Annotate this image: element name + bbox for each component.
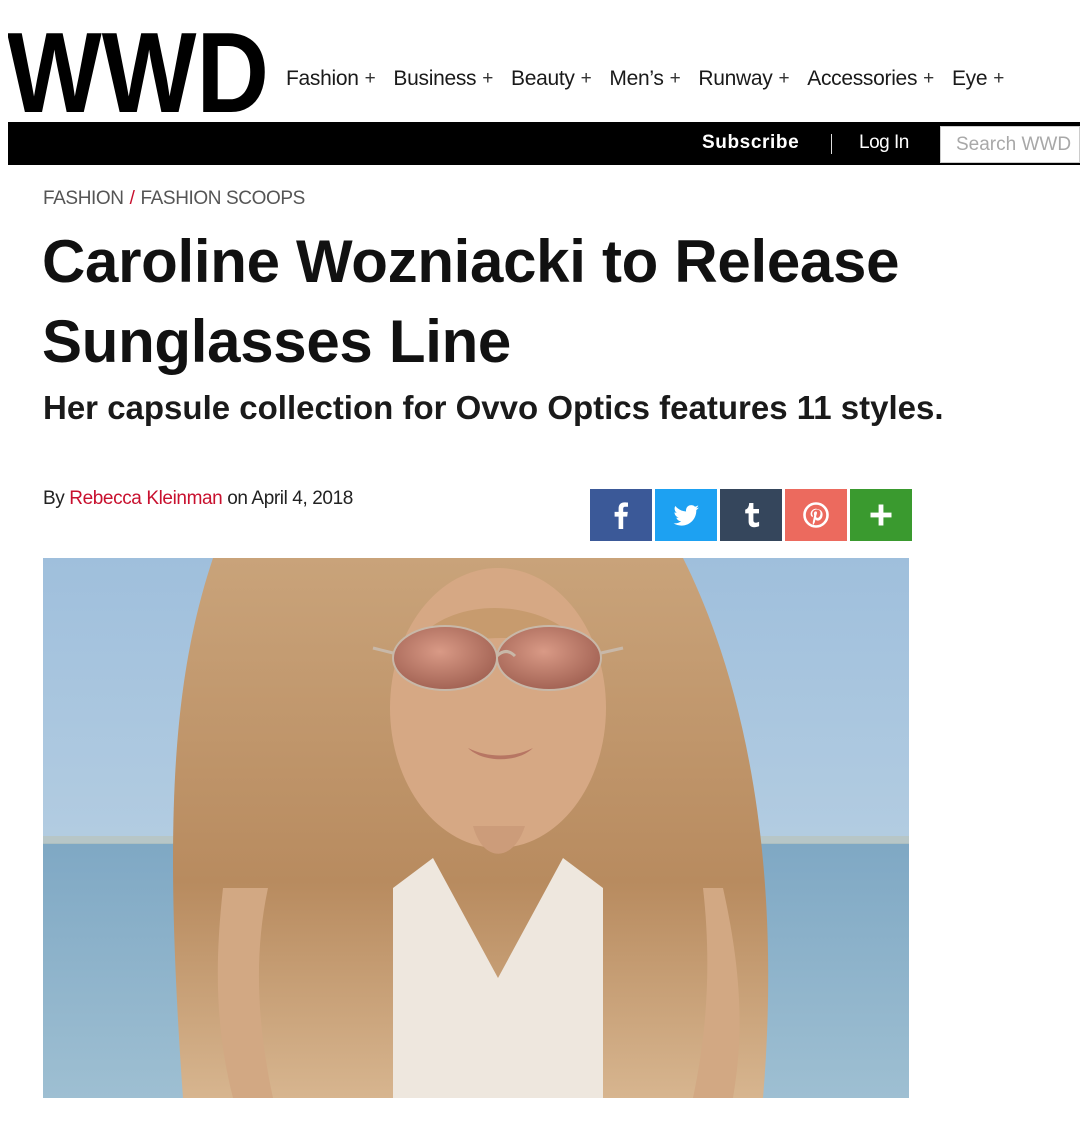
login-link[interactable]: Log In bbox=[859, 132, 909, 154]
nav-item-accessories[interactable]: Accessories + bbox=[807, 67, 934, 91]
nav-item-label: Accessories bbox=[807, 67, 918, 90]
nav-item-fashion[interactable]: Fashion + bbox=[286, 67, 376, 91]
byline-prefix: By bbox=[43, 488, 65, 509]
subscribe-link[interactable]: Subscribe bbox=[702, 132, 799, 154]
twitter-share-button[interactable] bbox=[655, 489, 717, 541]
nav-item-label: Business bbox=[393, 67, 477, 90]
nav-item-label: Fashion bbox=[286, 67, 359, 90]
expand-plus-icon[interactable]: + bbox=[778, 68, 789, 90]
tumblr-icon bbox=[745, 503, 760, 528]
share-bar bbox=[590, 489, 912, 541]
expand-plus-icon[interactable]: + bbox=[993, 68, 1004, 90]
author-link[interactable]: Rebecca Kleinman bbox=[69, 488, 222, 509]
search-box bbox=[940, 126, 1080, 163]
breadcrumb-fashion-scoops[interactable]: FASHION SCOOPS bbox=[141, 188, 306, 209]
search-input[interactable] bbox=[941, 127, 1079, 162]
expand-plus-icon[interactable]: + bbox=[923, 68, 934, 90]
publish-date: April 4, 2018 bbox=[251, 488, 353, 509]
nav-item-runway[interactable]: Runway + bbox=[698, 67, 789, 91]
plus-icon bbox=[870, 504, 892, 526]
pinterest-icon bbox=[803, 502, 829, 528]
bar-divider bbox=[831, 134, 832, 154]
nav-item-label: Runway bbox=[698, 67, 773, 90]
facebook-share-button[interactable] bbox=[590, 489, 652, 541]
nav-item-mens[interactable]: Men’s + bbox=[609, 67, 680, 91]
pinterest-share-button[interactable] bbox=[785, 489, 847, 541]
breadcrumb-fashion[interactable]: FASHION bbox=[43, 188, 124, 209]
nav-item-label: Men’s bbox=[609, 67, 664, 90]
logo-text: WWD bbox=[8, 24, 269, 124]
article-headline: Caroline Wozniacki to Release Sunglasses… bbox=[42, 228, 900, 375]
date-prefix: on bbox=[227, 488, 248, 509]
tumblr-share-button[interactable] bbox=[720, 489, 782, 541]
breadcrumb: FASHION / FASHION SCOOPS bbox=[43, 188, 305, 210]
more-share-button[interactable] bbox=[850, 489, 912, 541]
nav-item-business[interactable]: Business + bbox=[393, 67, 493, 91]
facebook-icon bbox=[614, 502, 628, 529]
expand-plus-icon[interactable]: + bbox=[482, 68, 493, 90]
hero-image bbox=[43, 558, 909, 1098]
expand-plus-icon[interactable]: + bbox=[670, 68, 681, 90]
byline: By Rebecca Kleinman on April 4, 2018 bbox=[43, 488, 353, 510]
expand-plus-icon[interactable]: + bbox=[581, 68, 592, 90]
wwd-logo[interactable]: WWD bbox=[8, 24, 270, 124]
nav-item-beauty[interactable]: Beauty + bbox=[511, 67, 592, 91]
breadcrumb-separator: / bbox=[129, 188, 135, 209]
nav-item-label: Beauty bbox=[511, 67, 575, 90]
account-bar bbox=[8, 122, 1080, 165]
twitter-icon bbox=[673, 505, 699, 526]
main-nav: Fashion + Business + Beauty + Men’s + Runway… bbox=[286, 64, 1022, 94]
article-dek: Her capsule collection for Ovvo Optics f… bbox=[43, 389, 944, 426]
nav-item-label: Eye bbox=[951, 67, 988, 90]
nav-item-eye[interactable]: Eye + bbox=[952, 67, 1004, 91]
expand-plus-icon[interactable]: + bbox=[365, 68, 376, 90]
